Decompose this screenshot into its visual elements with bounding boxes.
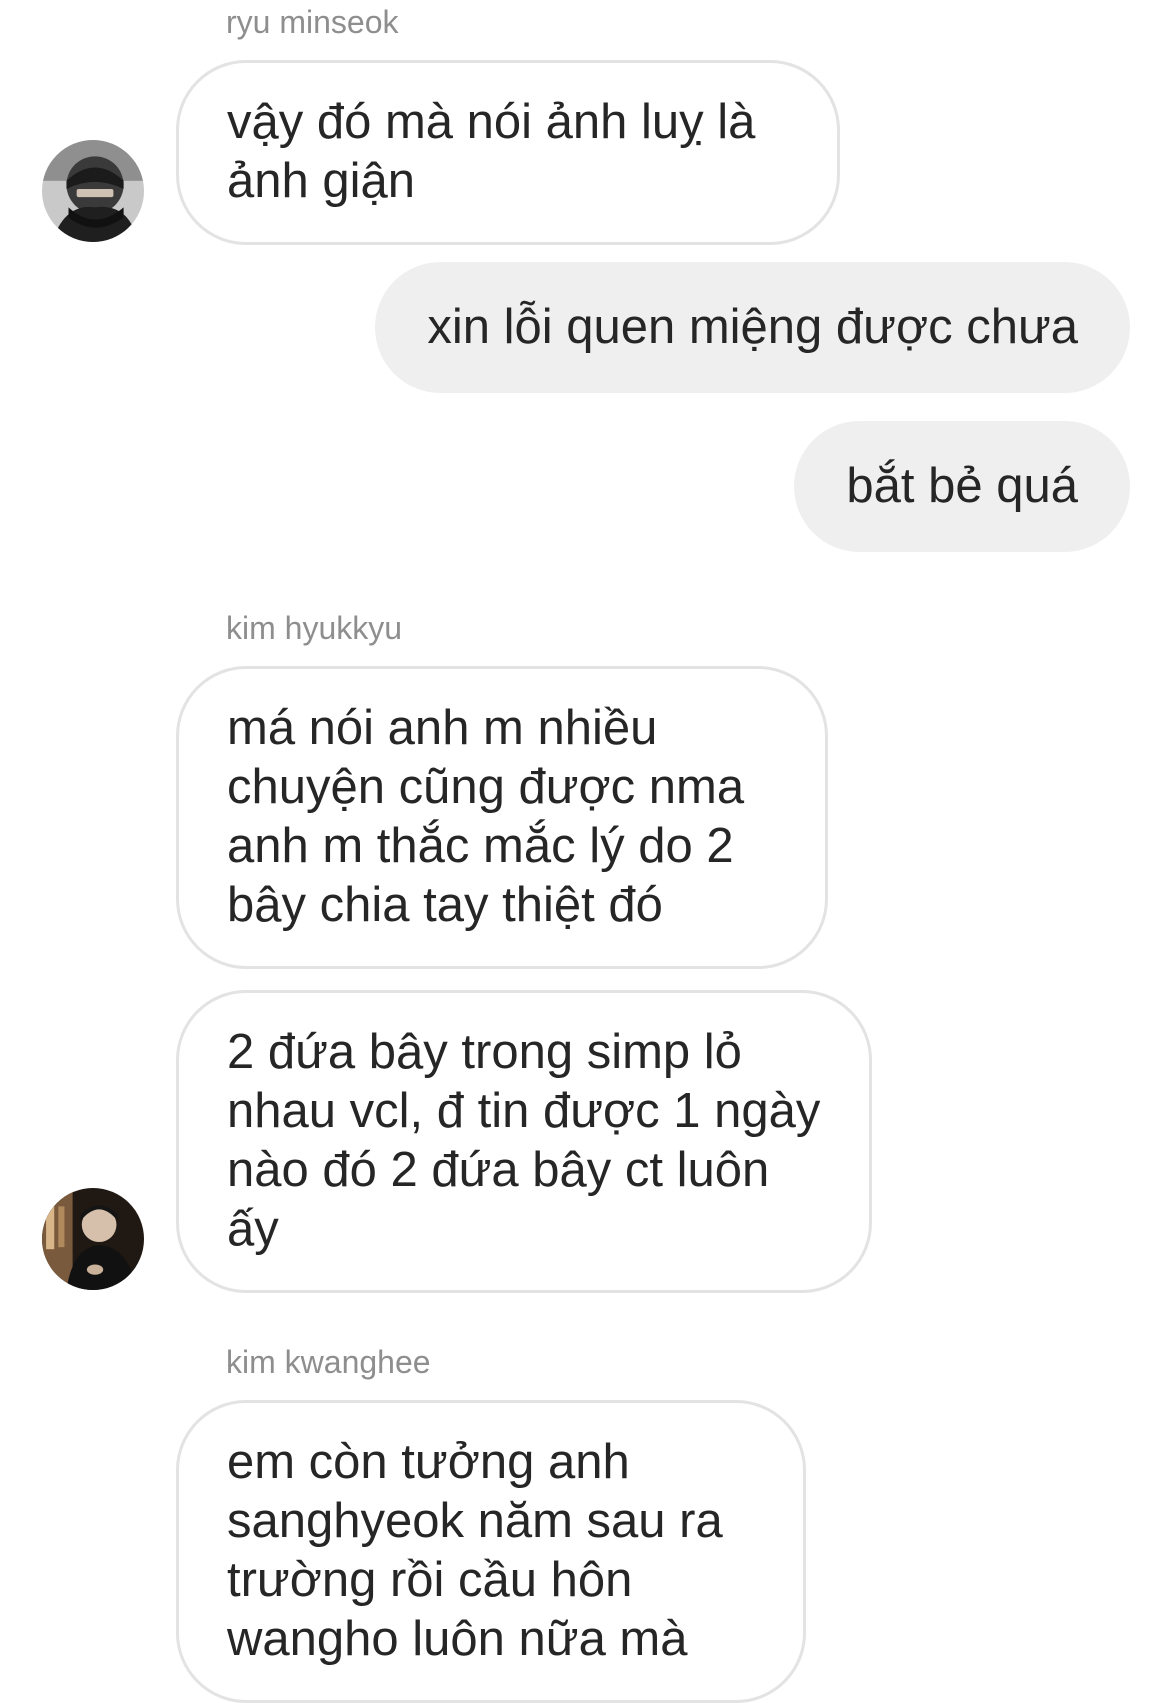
sender-name: kim hyukkyu [226,610,403,646]
message-text: xin lỗi quen miệng được chưa [427,300,1078,354]
message-text: em còn tưởng anh sanghyeok năm sau ra tr… [227,1435,723,1666]
sender-name: kim kwanghee [226,1344,431,1380]
incoming-message-bubble[interactable]: vậy đó mà nói ảnh luỵ là ảnh giận [176,60,840,245]
avatar[interactable] [42,140,144,242]
message-text: bắt bẻ quá [846,459,1078,513]
outgoing-message-bubble[interactable]: xin lỗi quen miệng được chưa [375,262,1130,393]
incoming-message-bubble[interactable]: má nói anh m nhiều chuyện cũng được nma … [176,666,828,969]
outgoing-message-bubble[interactable]: bắt bẻ quá [794,421,1130,552]
avatar[interactable] [42,1188,144,1290]
profile-photo-icon [42,1188,144,1290]
sender-name: ryu minseok [226,4,399,40]
message-text: vậy đó mà nói ảnh luỵ là ảnh giận [227,95,756,208]
message-text: má nói anh m nhiều chuyện cũng được nma … [227,701,745,932]
profile-photo-icon [42,140,144,242]
message-text: 2 đứa bây trong simp lỏ nhau vcl, đ tin … [227,1025,821,1256]
incoming-message-bubble[interactable]: 2 đứa bây trong simp lỏ nhau vcl, đ tin … [176,990,872,1293]
incoming-message-bubble[interactable]: em còn tưởng anh sanghyeok năm sau ra tr… [176,1400,806,1703]
